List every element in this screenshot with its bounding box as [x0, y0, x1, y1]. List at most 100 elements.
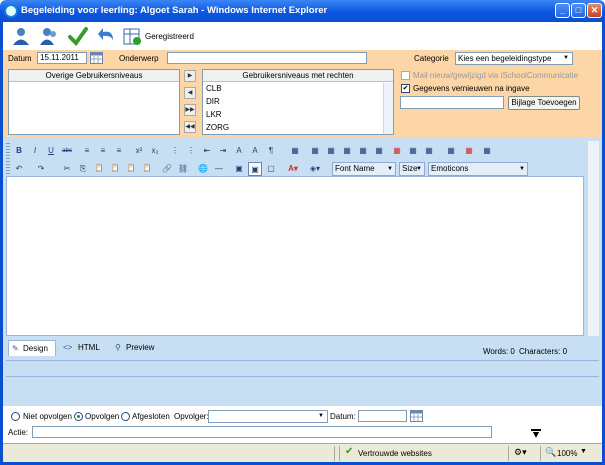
- list-item[interactable]: LKR: [203, 108, 393, 121]
- highlight-dropdown[interactable]: ◈▾: [308, 162, 322, 176]
- gegevens-checkbox[interactable]: ✔: [401, 84, 410, 93]
- follow-up-panel: Niet opvolgen Opvolgen Afgesloten Opvolg…: [3, 406, 602, 443]
- attachment-input[interactable]: [400, 96, 504, 109]
- mail-checkbox[interactable]: [401, 71, 410, 80]
- protected-mode-icon[interactable]: ⚙▾: [514, 447, 527, 458]
- unordered-list-button[interactable]: ⋮: [184, 144, 198, 158]
- paragraph-button[interactable]: ¶: [264, 144, 278, 158]
- download-arrow-icon[interactable]: [530, 428, 542, 440]
- user-group-icon[interactable]: [39, 26, 59, 46]
- calendar-icon[interactable]: [410, 410, 423, 422]
- emoticons-label: Emoticons: [431, 164, 469, 173]
- superscript-button[interactable]: x²: [132, 144, 146, 158]
- maximize-button[interactable]: □: [571, 3, 586, 18]
- horizontal-rule-icon[interactable]: ―: [212, 162, 226, 176]
- radio-opvolgen[interactable]: [74, 412, 83, 421]
- user-single-icon[interactable]: [11, 26, 31, 46]
- indent-button[interactable]: ⇥: [216, 144, 230, 158]
- list-item[interactable]: CLB: [203, 82, 393, 95]
- wrench-icon[interactable]: ▦: [462, 144, 476, 158]
- underline-button[interactable]: U: [44, 144, 58, 158]
- size-dropdown[interactable]: Size ▼: [399, 162, 425, 176]
- calendar-icon[interactable]: [90, 52, 103, 64]
- template-icon[interactable]: ▢: [264, 162, 278, 176]
- radio-niet-opvolgen[interactable]: [11, 412, 20, 421]
- paste-html-icon[interactable]: 📋: [140, 162, 154, 176]
- gebruikersniveaus-met-rechten-list[interactable]: Gebruikersniveaus met rechten CLB DIR LK…: [202, 69, 394, 135]
- copy-icon[interactable]: ⎘: [76, 162, 90, 176]
- follow-datum-label: Datum:: [330, 412, 356, 421]
- unlink-icon[interactable]: ⛓: [176, 162, 190, 176]
- cell-props-icon[interactable]: ▦: [406, 144, 420, 158]
- undo-icon[interactable]: ↶: [12, 162, 26, 176]
- cut-icon[interactable]: ✂: [60, 162, 74, 176]
- align-center-button[interactable]: ≡: [96, 144, 110, 158]
- outdent-button[interactable]: ⇤: [200, 144, 214, 158]
- list-item[interactable]: ZORG: [203, 121, 393, 134]
- redo-icon[interactable]: ↷: [34, 162, 48, 176]
- font-color-dropdown[interactable]: A▾: [286, 162, 300, 176]
- strikethrough-button[interactable]: abc: [60, 144, 74, 158]
- zoom-icon[interactable]: 🔍: [545, 447, 556, 458]
- globe-icon[interactable]: 🌐: [196, 162, 210, 176]
- zoom-level[interactable]: 100%: [557, 449, 577, 458]
- opvolger-select[interactable]: ▼: [208, 410, 328, 423]
- datum-label: Datum: [8, 54, 32, 63]
- column-delete-icon[interactable]: ▦: [356, 144, 370, 158]
- move-all-left-button[interactable]: ◀◀: [184, 121, 196, 133]
- rich-text-editor: B I U abc ≡ ≡ ≡ x² x₂ ⋮ ⋮ ⇤ ⇥ A A ¶ ▦ ▦ …: [3, 138, 602, 406]
- paste-word-icon[interactable]: 📋: [124, 162, 138, 176]
- emoticons-dropdown[interactable]: Emoticons ▼: [428, 162, 528, 176]
- move-left-button[interactable]: ◀: [184, 87, 196, 99]
- table-props-icon[interactable]: ▦: [422, 144, 436, 158]
- form-icon[interactable]: ▣: [248, 162, 262, 176]
- font-highlight-button[interactable]: A: [248, 144, 262, 158]
- list-scrollbar[interactable]: [383, 83, 393, 134]
- link-icon[interactable]: 🔗: [160, 162, 174, 176]
- columns-icon[interactable]: ▦: [444, 144, 458, 158]
- onderwerp-input[interactable]: [167, 52, 367, 64]
- row-insert-icon[interactable]: ▦: [308, 144, 322, 158]
- cell-merge-icon[interactable]: ▦: [372, 144, 386, 158]
- align-left-button[interactable]: ≡: [80, 144, 94, 158]
- paste-icon[interactable]: 📋: [92, 162, 106, 176]
- chevron-down-icon: ▼: [563, 55, 569, 61]
- datum-input[interactable]: 15.11.2011: [37, 52, 87, 64]
- cell-split-icon[interactable]: ▦: [390, 144, 404, 158]
- bold-button[interactable]: B: [12, 144, 26, 158]
- editor-scrollbar[interactable]: [588, 141, 599, 336]
- column-insert-icon[interactable]: ▦: [340, 144, 354, 158]
- tab-html[interactable]: <> HTML: [60, 340, 108, 356]
- editor-content-area[interactable]: [6, 176, 584, 336]
- minimize-button[interactable]: _: [555, 3, 570, 18]
- font-name-dropdown[interactable]: Font Name ▼: [332, 162, 396, 176]
- align-right-button[interactable]: ≡: [112, 144, 126, 158]
- checkmark-icon[interactable]: [68, 26, 88, 46]
- move-all-right-button[interactable]: ▶▶: [184, 104, 196, 116]
- move-right-button[interactable]: ▶: [184, 70, 196, 82]
- character-count: Characters: 0: [519, 347, 568, 356]
- ordered-list-button[interactable]: ⋮: [168, 144, 182, 158]
- row-delete-icon[interactable]: ▦: [324, 144, 338, 158]
- font-color-button[interactable]: A: [232, 144, 246, 158]
- follow-datum-input[interactable]: [358, 410, 407, 422]
- image-icon[interactable]: ▣: [232, 162, 246, 176]
- tab-design[interactable]: ✎ Design: [8, 340, 56, 356]
- subscript-button[interactable]: x₂: [148, 144, 162, 158]
- actie-input[interactable]: [32, 426, 492, 438]
- italic-button[interactable]: I: [28, 144, 42, 158]
- close-button[interactable]: ✕: [587, 3, 602, 18]
- edit-icon[interactable]: ▦: [480, 144, 494, 158]
- table-insert-icon[interactable]: ▦: [288, 144, 302, 158]
- add-attachment-button[interactable]: Bijlage Toevoegen: [508, 96, 580, 110]
- categorie-select[interactable]: Kies een begeleidingstype ▼: [455, 52, 573, 65]
- radio-afgesloten[interactable]: [121, 412, 130, 421]
- overige-gebruikersniveaus-list[interactable]: Overige Gebruikersniveaus: [8, 69, 180, 135]
- list-item[interactable]: DIR: [203, 95, 393, 108]
- tab-preview[interactable]: ⚲ Preview: [112, 340, 168, 356]
- add-table-icon[interactable]: [122, 26, 142, 46]
- chevron-down-icon[interactable]: ▼: [580, 448, 587, 455]
- paste-text-icon[interactable]: 📋: [108, 162, 122, 176]
- toolbar-grip[interactable]: [6, 143, 10, 160]
- undo-icon[interactable]: [97, 26, 117, 46]
